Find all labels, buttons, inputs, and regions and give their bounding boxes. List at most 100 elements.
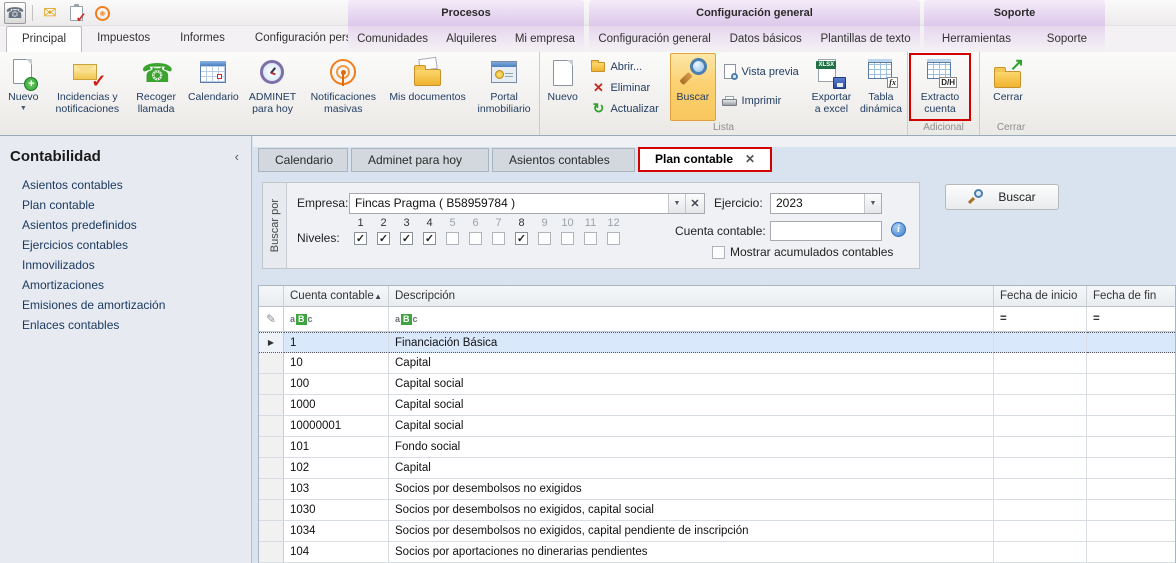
ribbon-tab-datos-basicos[interactable]: Datos básicos	[722, 27, 810, 52]
sidebar-item-inmovilizados[interactable]: Inmovilizados	[0, 255, 251, 275]
filter-fecha-fin-cell[interactable]: =	[1087, 307, 1176, 332]
nuevo-lista-button[interactable]: Nuevo	[541, 53, 584, 121]
ribbon-tab-alquileres[interactable]: Alquileres	[438, 27, 505, 52]
vista-previa-button[interactable]: Vista previa	[716, 61, 807, 82]
nivel-2[interactable]: 2✓	[372, 217, 395, 245]
notificaciones-masivas-button[interactable]: Notificaciones masivas	[302, 53, 385, 121]
column-header-descripcion[interactable]: Descripción	[389, 286, 994, 307]
sidebar-item-emisiones-amortizacion[interactable]: Emisiones de amortización	[0, 295, 251, 315]
column-header-fecha-fin[interactable]: Fecha de fin	[1087, 286, 1176, 307]
filter-fecha-inicio-cell[interactable]: =	[994, 307, 1087, 332]
adminet-para-hoy-button[interactable]: ADMINET para hoy	[243, 53, 301, 121]
ribbon-tab-configuracion-general[interactable]: Configuración general	[590, 27, 719, 52]
nivel-1[interactable]: 1✓	[349, 217, 372, 245]
ribbon-tab-comunidades[interactable]: Comunidades	[349, 27, 436, 52]
doc-tab-calendario[interactable]: Calendario	[258, 148, 348, 172]
filter-descripcion-cell[interactable]: aBc	[389, 307, 994, 332]
info-icon[interactable]: i	[891, 222, 906, 237]
calendario-button[interactable]: Calendario	[183, 53, 243, 121]
broadcast-icon[interactable]	[91, 2, 113, 24]
sidebar-item-ejercicios-contables[interactable]: Ejercicios contables	[0, 235, 251, 255]
doc-tab-asientos-contables[interactable]: Asientos contables	[492, 148, 635, 172]
checkbox[interactable]: ✓	[515, 232, 528, 245]
sidebar-item-enlaces-contables[interactable]: Enlaces contables	[0, 315, 251, 335]
abrir-button[interactable]: Abrir...	[584, 56, 670, 77]
nivel-7[interactable]: 7	[487, 217, 510, 248]
nivel-6[interactable]: 6	[464, 217, 487, 248]
imprimir-button[interactable]: Imprimir	[716, 90, 807, 111]
doc-tab-adminet-para-hoy[interactable]: Adminet para hoy	[351, 148, 489, 172]
mis-documentos-button[interactable]: Mis documentos	[385, 53, 470, 121]
eliminar-button[interactable]: ✕Eliminar	[584, 77, 670, 98]
recoger-llamada-button[interactable]: ☎ Recoger llamada	[129, 53, 183, 121]
checkbox[interactable]	[492, 232, 505, 245]
incidencias-button[interactable]: ✓ Incidencias y notificaciones	[46, 53, 129, 121]
table-row[interactable]: 1030 Socios por desembolsos no exigidos,…	[259, 500, 1175, 521]
ribbon-tab-principal[interactable]: Principal	[6, 26, 82, 52]
checkbox[interactable]	[607, 232, 620, 245]
nivel-4[interactable]: 4✓	[418, 217, 441, 245]
ribbon-tab-herramientas[interactable]: Herramientas	[934, 27, 1019, 52]
table-row[interactable]: 10000001 Capital social	[259, 416, 1175, 437]
table-row[interactable]: 101 Fondo social	[259, 437, 1175, 458]
table-row[interactable]: ▶ 1 Financiación Básica	[259, 332, 1175, 353]
table-row[interactable]: 1034 Socios por desembolsos no exigidos,…	[259, 521, 1175, 542]
checkbox[interactable]	[712, 246, 725, 259]
cuenta-contable-input[interactable]	[770, 221, 882, 241]
empresa-combo[interactable]: Fincas Pragma ( B58959784 ) ▼ ✕	[349, 193, 705, 214]
nivel-8[interactable]: 8✓	[510, 217, 533, 245]
phone-icon[interactable]: ☎	[4, 2, 26, 24]
filter-cuenta-cell[interactable]: aBc	[284, 307, 389, 332]
nivel-10[interactable]: 10	[556, 217, 579, 248]
checkbox[interactable]	[584, 232, 597, 245]
nivel-9[interactable]: 9	[533, 217, 556, 248]
checkbox[interactable]	[538, 232, 551, 245]
cerrar-button[interactable]: ↗ Cerrar	[981, 53, 1035, 121]
mail-icon[interactable]: ✉	[39, 2, 61, 24]
tabla-dinamica-button[interactable]: fx Tabla dinámica	[856, 53, 906, 121]
tasks-check-icon[interactable]: ✓	[65, 2, 87, 24]
ribbon-tab-impuestos[interactable]: Impuestos	[82, 26, 165, 52]
doc-tab-plan-contable[interactable]: Plan contable ✕	[638, 147, 772, 172]
dropdown-arrow-icon[interactable]: ▼	[864, 194, 881, 213]
extracto-cuenta-button[interactable]: D/H Extracto cuenta	[909, 53, 971, 121]
checkbox[interactable]: ✓	[377, 232, 390, 245]
ribbon-tab-mi-empresa[interactable]: Mi empresa	[507, 27, 583, 52]
table-row[interactable]: 1000 Capital social	[259, 395, 1175, 416]
nivel-5[interactable]: 5	[441, 217, 464, 248]
sidebar-item-asientos-predefinidos[interactable]: Asientos predefinidos	[0, 215, 251, 235]
column-header-fecha-inicio[interactable]: Fecha de inicio	[994, 286, 1087, 307]
sidebar-item-amortizaciones[interactable]: Amortizaciones	[0, 275, 251, 295]
buscar-button[interactable]: Buscar	[945, 184, 1059, 210]
table-row[interactable]: 10 Capital	[259, 353, 1175, 374]
nivel-12[interactable]: 12	[602, 217, 625, 248]
buscar-ribbon-button[interactable]: Buscar	[670, 53, 715, 121]
table-row[interactable]: 103 Socios por desembolsos no exigidos	[259, 479, 1175, 500]
checkbox[interactable]	[561, 232, 574, 245]
checkbox[interactable]: ✓	[354, 232, 367, 245]
sidebar-item-plan-contable[interactable]: Plan contable	[0, 195, 251, 215]
exportar-excel-button[interactable]: XLSX Exportar a excel	[807, 53, 856, 121]
close-tab-icon[interactable]: ✕	[745, 148, 755, 171]
clear-icon[interactable]: ✕	[685, 194, 704, 213]
checkbox[interactable]	[446, 232, 459, 245]
ribbon-tab-plantillas-texto[interactable]: Plantillas de texto	[812, 27, 918, 52]
table-row[interactable]: 104 Socios por aportaciones no dineraria…	[259, 542, 1175, 563]
sidebar-item-asientos-contables[interactable]: Asientos contables	[0, 175, 251, 195]
checkbox[interactable]	[469, 232, 482, 245]
dropdown-arrow-icon[interactable]: ▼	[668, 194, 685, 213]
actualizar-button[interactable]: ↻Actualizar	[584, 98, 670, 119]
column-header-cuenta-contable[interactable]: Cuenta contable▲	[284, 286, 389, 307]
mostrar-acumulados-checkbox[interactable]: Mostrar acumulados contables	[712, 245, 893, 259]
ribbon-tab-soporte[interactable]: Soporte	[1039, 27, 1095, 52]
checkbox[interactable]: ✓	[423, 232, 436, 245]
table-row[interactable]: 102 Capital	[259, 458, 1175, 479]
portal-inmobiliario-button[interactable]: Portal inmobiliario	[470, 53, 538, 121]
nivel-3[interactable]: 3✓	[395, 217, 418, 245]
nuevo-button[interactable]: + Nuevo▼	[1, 53, 46, 121]
collapse-chevron-icon[interactable]: ‹	[235, 149, 239, 164]
nivel-11[interactable]: 11	[579, 217, 602, 248]
table-row[interactable]: 100 Capital social	[259, 374, 1175, 395]
ribbon-tab-informes[interactable]: Informes	[165, 26, 240, 52]
checkbox[interactable]: ✓	[400, 232, 413, 245]
